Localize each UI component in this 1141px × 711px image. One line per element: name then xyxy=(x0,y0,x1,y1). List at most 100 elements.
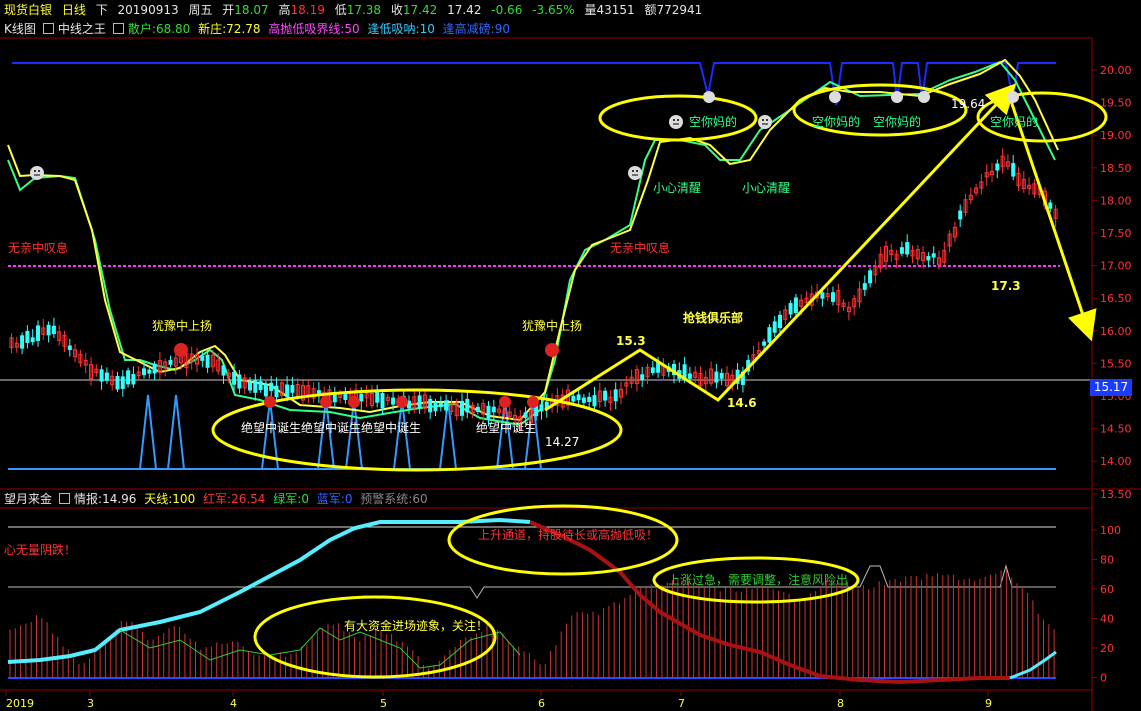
y-tick-label: 14.50 xyxy=(1100,423,1132,436)
y-tick-label: 17.50 xyxy=(1100,227,1132,240)
candle-body xyxy=(958,210,963,220)
annotation-text: 犹豫中上扬 xyxy=(522,318,582,333)
candle-body xyxy=(258,381,263,390)
signal-dot xyxy=(174,343,188,357)
candle-body xyxy=(51,325,56,334)
candle-body xyxy=(152,363,157,374)
candle-body xyxy=(25,330,30,344)
annotation-text: 小心清醒 xyxy=(742,181,790,195)
face-icon xyxy=(703,91,715,103)
candle-body xyxy=(428,398,433,413)
candle-body xyxy=(486,405,491,419)
candle-body xyxy=(475,406,480,412)
annotation-text: 空你妈的 xyxy=(990,114,1038,129)
candle-body xyxy=(232,371,237,385)
signal-dot xyxy=(396,396,408,408)
y-tick-label: 60 xyxy=(1100,583,1114,596)
y-tick-label: 80 xyxy=(1100,554,1114,567)
candle-body xyxy=(793,297,798,314)
candle-body xyxy=(380,392,385,409)
annotation-text: 空你妈的 xyxy=(812,114,860,129)
x-tick-label: 7 xyxy=(678,697,685,710)
candle-body xyxy=(343,393,348,400)
signal-dot xyxy=(499,396,511,408)
y-tick-label: 100 xyxy=(1100,524,1121,537)
candle-body xyxy=(115,376,120,390)
candle-body xyxy=(687,373,692,379)
candle-body xyxy=(237,374,242,389)
annotation-text: 14.27 xyxy=(545,435,579,449)
annotation-text: 15.3 xyxy=(616,334,646,348)
annotation-text: 空你妈的 xyxy=(689,114,737,129)
x-tick-label: 5 xyxy=(380,697,387,710)
candle-body xyxy=(20,335,25,349)
y-tick-label: 19.00 xyxy=(1100,129,1132,142)
y-tick-label: 18.50 xyxy=(1100,162,1132,175)
candlestick-series xyxy=(9,148,1058,431)
candle-body xyxy=(438,403,443,408)
face-icon xyxy=(758,115,772,129)
x-tick-label: 9 xyxy=(985,697,992,710)
candle-body xyxy=(613,389,618,402)
candle-body xyxy=(772,321,777,333)
candle-body xyxy=(290,384,295,393)
x-tick-label: 8 xyxy=(837,697,844,710)
candle-body xyxy=(587,396,592,402)
candle-body xyxy=(263,383,268,397)
face-icon xyxy=(669,115,683,129)
candle-body xyxy=(253,379,258,393)
annotation-ellipse xyxy=(253,595,497,679)
annotation-text: 上升通道，持股待长或高抛低吸！ xyxy=(478,527,658,542)
candle-body xyxy=(767,327,772,343)
annotation-text: 无亲中叹息 xyxy=(8,240,68,255)
candle-body xyxy=(391,397,396,405)
annotation-text: 17.3 xyxy=(991,279,1021,293)
candle-body xyxy=(581,397,586,403)
y-tick-label: 16.00 xyxy=(1100,325,1132,338)
candle-body xyxy=(788,303,793,315)
annotation-text: 小心清醒 xyxy=(653,181,701,195)
face-icon xyxy=(628,166,642,180)
chart-canvas[interactable]: 20.00 19.50 19.00 18.50 18.00 17.50 17.00 16.50… xyxy=(0,0,1141,711)
y-tick-label: 18.00 xyxy=(1100,194,1132,207)
sub-warning-line xyxy=(8,564,1056,599)
candle-body xyxy=(523,412,528,418)
y-tick-label: 20 xyxy=(1100,642,1114,655)
candle-body xyxy=(931,253,936,258)
y-tick-label: 14.00 xyxy=(1100,455,1132,468)
candle-body xyxy=(465,398,470,413)
annotation-text: 14.6 xyxy=(727,396,757,410)
y-tick-label: 40 xyxy=(1100,613,1114,626)
candle-body xyxy=(131,374,136,385)
candle-body xyxy=(905,242,910,255)
annotation-text: 有大资金进场迹象，关注！ xyxy=(344,618,488,633)
candle-body xyxy=(30,337,35,342)
face-icon xyxy=(891,91,903,103)
candle-body xyxy=(168,360,173,365)
candle-body xyxy=(332,394,337,403)
annotation-text: 19.64 xyxy=(951,97,985,111)
candle-body xyxy=(539,404,544,412)
candle-body xyxy=(200,355,205,361)
y-tick-label: 20.00 xyxy=(1100,64,1132,77)
annotation-text: 心无量阴跌！ xyxy=(4,542,76,557)
signal-dot xyxy=(320,396,332,408)
candle-body xyxy=(205,354,210,368)
candle-body xyxy=(1011,163,1016,177)
candle-body xyxy=(67,345,72,351)
candle-body xyxy=(862,283,867,290)
annotation-text: 上涨过急，需要调整，注意风险出 xyxy=(668,572,848,587)
candle-body xyxy=(126,370,131,385)
candle-body xyxy=(778,314,782,329)
x-axis: 2019 3 4 5 6 7 8 9 xyxy=(5,690,992,710)
candle-body xyxy=(650,367,655,373)
candle-body xyxy=(274,385,279,398)
candle-body xyxy=(592,395,597,407)
candle-body xyxy=(571,395,576,402)
x-tick-label: 3 xyxy=(87,697,94,710)
candle-body xyxy=(1048,202,1053,209)
sub-cyan-curve xyxy=(7,517,531,664)
y-tick-label: 16.50 xyxy=(1100,292,1132,305)
y-axis-sub: 100 80 60 40 20 0 xyxy=(1092,524,1121,685)
y-tick-label: 13.50 xyxy=(1100,488,1132,501)
